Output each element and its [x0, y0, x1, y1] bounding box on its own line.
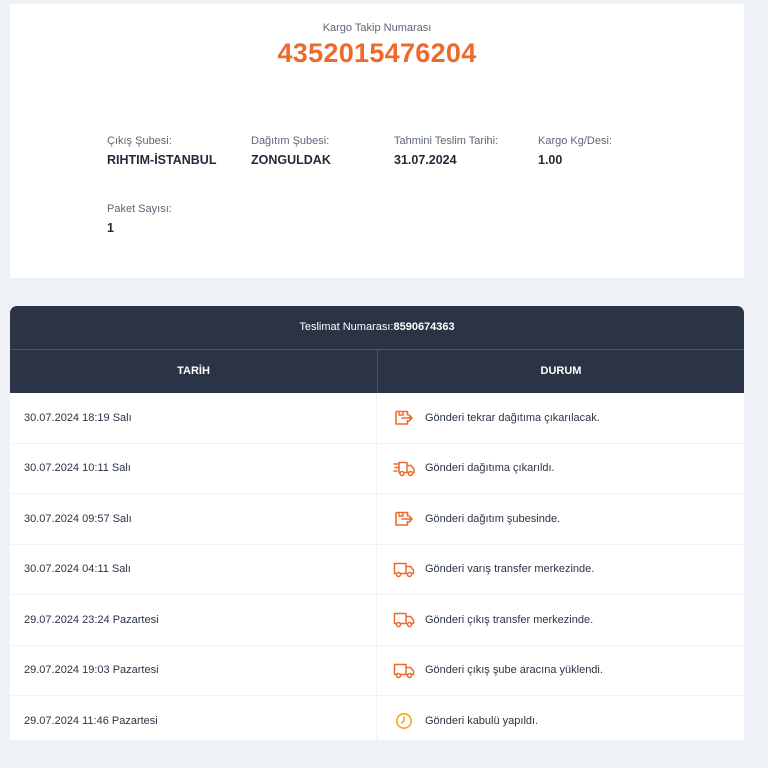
info-package-count: Paket Sayısı: 1: [107, 203, 172, 235]
shipment-summary-card: Kargo Takip Numarası 4352015476204 Çıkış…: [10, 4, 744, 278]
table-row: 29.07.2024 23:24 Pazartesi Gönderi çıkış …: [10, 595, 744, 646]
table-row: 30.07.2024 10:11 Salı Gönderi dağıtıma çı…: [10, 443, 744, 494]
row-date-text: 29.07.2024 23:24 Pazartesi: [24, 613, 159, 626]
table-row: 30.07.2024 04:11 Salı Gönderi varış trans…: [10, 544, 744, 595]
info-value: 1: [107, 221, 114, 235]
box-arrow-icon: [393, 409, 415, 427]
row-date: 30.07.2024 09:57 Salı: [10, 494, 377, 544]
row-date-text: 29.07.2024 11:46 Pazartesi: [24, 714, 158, 727]
truck-icon: [393, 661, 415, 679]
table-row: 29.07.2024 11:46 Pazartesi Gönderi kabulü…: [10, 696, 744, 740]
info-label: Çıkış Şubesi:: [107, 135, 172, 147]
info-estimated-delivery: Tahmini Teslim Tarihi: 31.07.2024: [394, 135, 498, 167]
row-date-text: 30.07.2024 09:57 Salı: [24, 512, 132, 525]
row-status-text: Gönderi çıkış şube aracına yüklendi.: [425, 664, 603, 677]
row-status: Gönderi tekrar dağıtıma çıkarılacak.: [377, 393, 744, 443]
clock-icon: [393, 712, 415, 730]
row-date: 30.07.2024 10:11 Salı: [10, 443, 377, 493]
table-body: 30.07.2024 18:19 Salı Gönderi tekrar dağı…: [10, 393, 744, 740]
row-status: Gönderi çıkış şube aracına yüklendi.: [377, 646, 744, 696]
row-status: Gönderi dağıtım şubesinde.: [377, 494, 744, 544]
delivery-number-label: Teslimat Numarası:: [299, 321, 394, 333]
row-status: Gönderi dağıtıma çıkarıldı.: [377, 444, 744, 494]
box-arrow-icon: [393, 510, 415, 528]
column-header-date: TARİH: [177, 365, 210, 377]
row-date-text: 30.07.2024 10:11 Salı: [24, 462, 131, 475]
info-value: RIHTIM-İSTANBUL: [107, 153, 217, 167]
row-status-text: Gönderi dağıtım şubesinde.: [425, 512, 561, 525]
truck-icon: [393, 611, 415, 629]
row-status-text: Gönderi kabulü yapıldı.: [425, 714, 539, 727]
info-label: Kargo Kg/Desi:: [538, 135, 612, 147]
table-row: 29.07.2024 19:03 Pazartesi Gönderi çıkış …: [10, 645, 744, 696]
info-value: 31.07.2024: [394, 153, 457, 167]
row-status: Gönderi çıkış transfer merkezinde.: [377, 595, 744, 645]
row-date-text: 29.07.2024 19:03 Pazartesi: [24, 664, 159, 677]
row-status-text: Gönderi dağıtıma çıkarıldı.: [425, 462, 555, 475]
info-origin-branch: Çıkış Şubesi: RIHTIM-İSTANBUL: [107, 135, 216, 167]
table-row: 30.07.2024 09:57 Salı Gönderi dağıtım şub…: [10, 494, 744, 545]
row-status-text: Gönderi varış transfer merkezinde.: [425, 563, 595, 576]
truck-icon: [393, 560, 415, 578]
row-date: 30.07.2024 18:19 Salı: [10, 393, 377, 443]
fast-truck-icon: [393, 459, 415, 477]
row-status: Gönderi varış transfer merkezinde.: [377, 545, 744, 595]
column-header-status: DURUM: [377, 350, 744, 393]
row-status-text: Gönderi çıkış transfer merkezinde.: [425, 613, 594, 626]
row-status-text: Gönderi tekrar dağıtıma çıkarılacak.: [425, 411, 600, 424]
row-status: Gönderi kabulü yapıldı.: [377, 696, 744, 740]
table-row: 30.07.2024 18:19 Salı Gönderi tekrar dağı…: [10, 393, 744, 444]
row-date-text: 30.07.2024 04:11 Salı: [24, 563, 131, 576]
row-date: 29.07.2024 11:46 Pazartesi: [10, 696, 377, 740]
info-weight: Kargo Kg/Desi: 1.00: [538, 135, 612, 167]
row-date: 29.07.2024 23:24 Pazartesi: [10, 595, 377, 645]
table-header: TARİH DURUM: [10, 350, 744, 393]
info-delivery-branch: Dağıtım Şubesi: ZONGULDAK: [251, 135, 331, 167]
tracking-history-table: Teslimat Numarası:8590674363 TARİH DURUM…: [10, 306, 744, 740]
delivery-number-header: Teslimat Numarası:8590674363: [10, 306, 744, 350]
row-date: 29.07.2024 19:03 Pazartesi: [10, 645, 377, 695]
row-date: 30.07.2024 04:11 Salı: [10, 544, 377, 594]
info-label: Dağıtım Şubesi:: [251, 135, 330, 147]
tracking-label: Kargo Takip Numarası: [322, 22, 432, 34]
delivery-number-value: 8590674363: [393, 321, 455, 333]
info-label: Tahmini Teslim Tarihi:: [394, 135, 499, 147]
row-date-text: 30.07.2024 18:19 Salı: [24, 411, 132, 424]
info-label: Paket Sayısı:: [107, 203, 172, 215]
tracking-number: 4352015476204: [277, 38, 477, 68]
info-value: ZONGULDAK: [251, 153, 331, 167]
info-value: 1.00: [538, 153, 563, 167]
